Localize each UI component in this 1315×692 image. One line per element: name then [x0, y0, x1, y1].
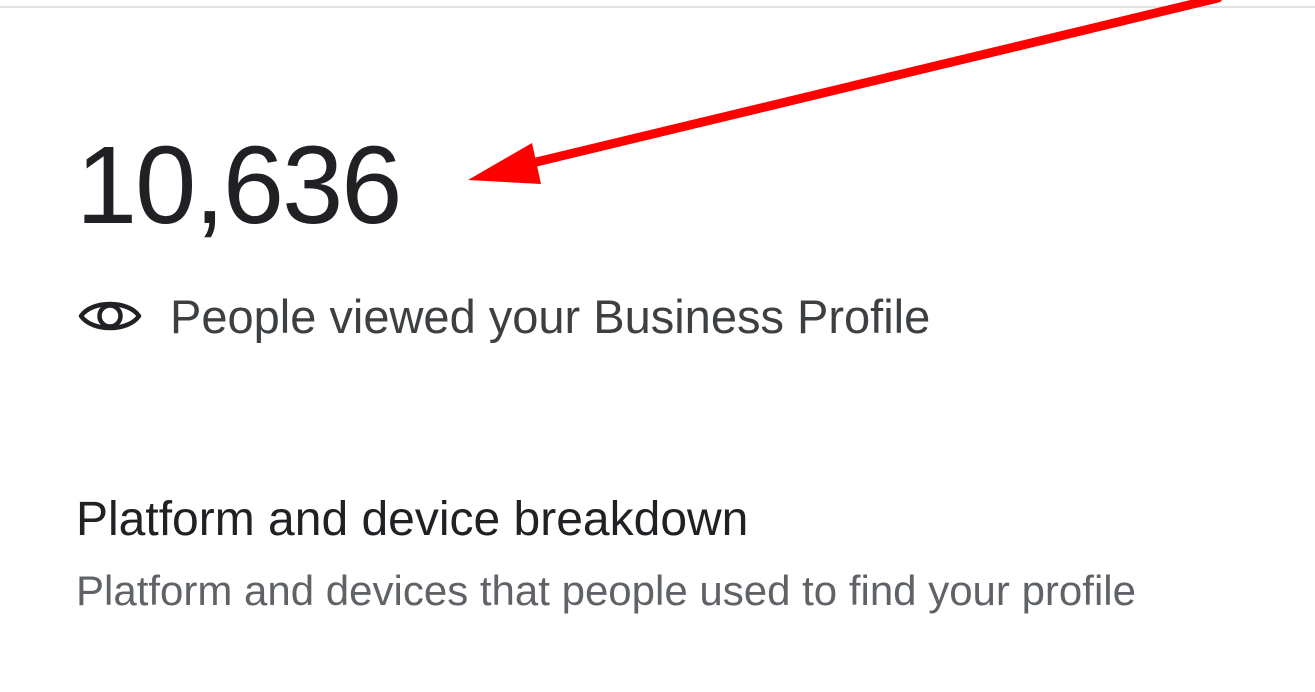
- eye-icon: [78, 296, 142, 336]
- profile-views-caption: People viewed your Business Profile: [78, 286, 930, 346]
- top-divider: [0, 0, 1315, 8]
- section-subtitle: Platform and devices that people used to…: [76, 567, 1136, 614]
- annotation-arrow-head: [468, 143, 541, 184]
- section-title: Platform and device breakdown: [76, 493, 749, 546]
- profile-views-label: People viewed your Business Profile: [170, 289, 931, 343]
- annotation-arrow-shaft: [523, 0, 1223, 169]
- profile-views-count: 10,636: [76, 124, 402, 247]
